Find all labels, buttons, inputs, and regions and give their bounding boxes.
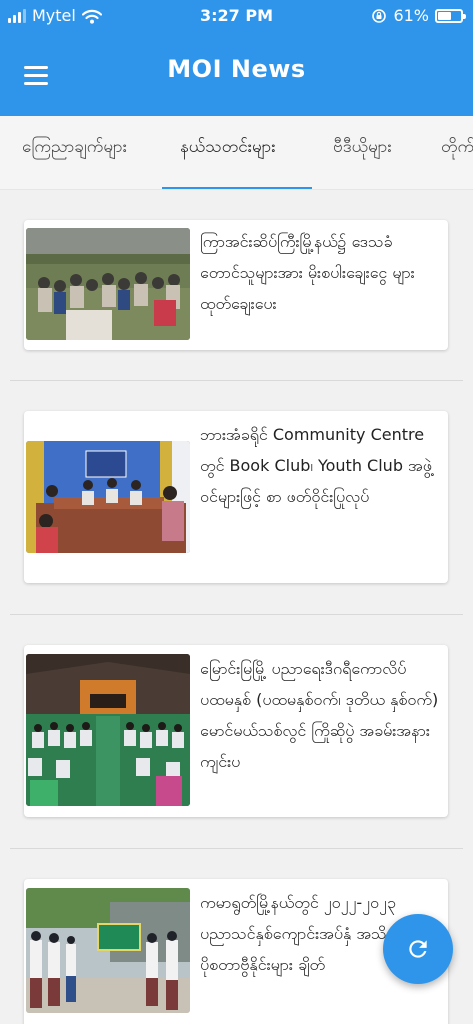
refresh-button[interactable] bbox=[383, 914, 453, 984]
list-divider bbox=[10, 848, 463, 849]
news-thumbnail bbox=[26, 441, 190, 553]
list-divider bbox=[10, 380, 463, 381]
app-header: Mytel 3:27 PM 61% MOI News bbox=[0, 0, 473, 116]
news-thumbnail bbox=[26, 228, 190, 340]
status-right: 61% bbox=[371, 6, 466, 26]
news-card[interactable]: ဘားအံခရိုင် Community Centre တွင် Book C… bbox=[24, 411, 448, 583]
rotation-lock-icon bbox=[372, 9, 387, 23]
app-title: MOI News bbox=[167, 55, 306, 83]
tab-announcements[interactable]: ကြေညာချက်များ bbox=[22, 136, 127, 161]
news-title: ဘားအံခရိုင် Community Centre တွင် Book C… bbox=[200, 425, 432, 506]
list-divider bbox=[10, 614, 463, 615]
news-title: ကြာအင်းဆိပ်ကြီးမြို့နယ်၌ ဒေသခံ တောင်သူမျ… bbox=[200, 232, 415, 313]
news-card[interactable]: မြောင်းမြမြို့ ပညာရေးဒီဂရီကောလိပ် ပထမနှစ… bbox=[24, 645, 448, 817]
refresh-icon bbox=[409, 940, 427, 958]
tab-more[interactable]: တိုက် bbox=[441, 136, 473, 161]
category-tabs: ကြေညာချက်များ နယ်သတင်းများ ဗီဒီယိုများ တ… bbox=[0, 116, 473, 190]
news-card[interactable]: ကြာအင်းဆိပ်ကြီးမြို့နယ်၌ ဒေသခံ တောင်သူမျ… bbox=[24, 220, 448, 350]
battery-icon bbox=[435, 9, 466, 23]
news-list: ကြာအင်းဆိပ်ကြီးမြို့နယ်၌ ဒေသခံ တောင်သူမျ… bbox=[0, 190, 473, 1024]
news-thumbnail bbox=[26, 888, 190, 1013]
battery-percent: 61% bbox=[393, 6, 429, 25]
news-thumbnail bbox=[26, 654, 190, 806]
news-title: မြောင်းမြမြို့ ပညာရေးဒီဂရီကောလိပ် ပထမနှစ… bbox=[200, 659, 439, 771]
status-bar: Mytel 3:27 PM 61% bbox=[0, 0, 473, 34]
app-screen: Mytel 3:27 PM 61% MOI News ကြေညာချက်များ… bbox=[0, 0, 473, 1024]
tab-regional-news[interactable]: နယ်သတင်းများ bbox=[180, 136, 276, 161]
tab-videos[interactable]: ဗီဒီယိုများ bbox=[333, 136, 392, 161]
